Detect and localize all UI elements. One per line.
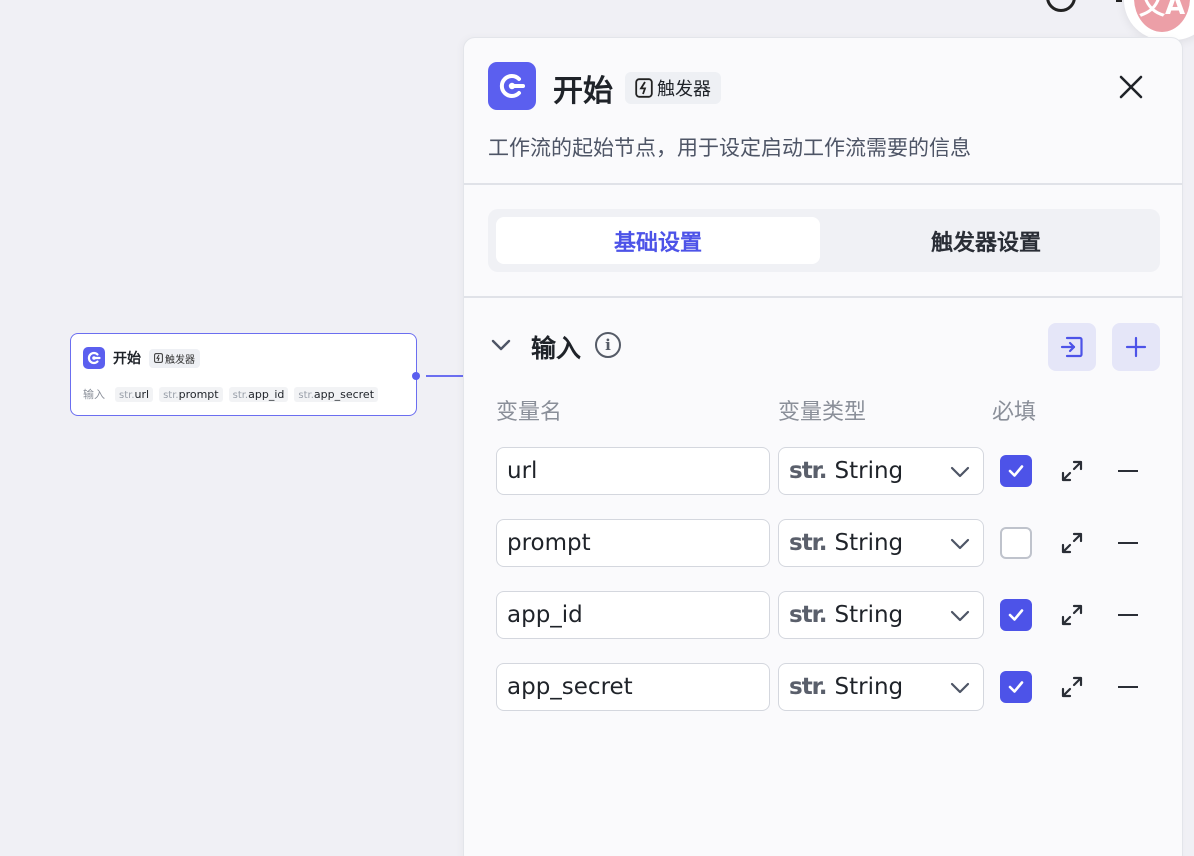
variable-type-select[interactable]: str. String <box>778 447 984 495</box>
variable-type-label: String <box>834 602 904 628</box>
node-output-port[interactable] <box>412 372 420 380</box>
trigger-badge: 触发器 <box>625 72 721 104</box>
help-icon[interactable] <box>1046 0 1076 12</box>
node-edge <box>426 375 463 377</box>
node-inputs-label: 输入 <box>83 388 105 401</box>
required-checkbox[interactable] <box>1000 671 1032 703</box>
required-checkbox[interactable] <box>1000 527 1032 559</box>
expand-icon[interactable] <box>1060 675 1084 699</box>
start-node[interactable]: 开始 触发器 输入 str.url str.prompt str.app_id … <box>70 333 417 416</box>
variable-type-select[interactable]: str. String <box>778 519 984 567</box>
toolbar-mark <box>1116 0 1122 2</box>
check-icon <box>1008 609 1024 621</box>
variable-type-label: String <box>834 458 904 484</box>
variable-type-label: String <box>834 530 904 556</box>
required-checkbox[interactable] <box>1000 599 1032 631</box>
string-type-icon: str. <box>789 530 827 556</box>
close-icon[interactable] <box>1116 72 1146 102</box>
variable-row: str. String <box>464 591 1182 639</box>
node-input-chip: str.app_secret <box>294 386 379 402</box>
expand-icon[interactable] <box>1060 531 1084 555</box>
variable-row: str. String <box>464 519 1182 567</box>
variable-row: str. String <box>464 447 1182 495</box>
add-variable-button[interactable] <box>1112 323 1160 371</box>
column-header-type: 变量类型 <box>778 400 867 425</box>
check-icon <box>1008 681 1024 693</box>
column-header-required: 必填 <box>992 400 1037 425</box>
node-settings-panel: 开始 触发器 工作流的起始节点，用于设定启动工作流需要的信息 基础设置 触发器设… <box>463 37 1183 856</box>
node-inputs: 输入 str.url str.prompt str.app_id str.app… <box>83 386 379 402</box>
required-checkbox[interactable] <box>1000 455 1032 487</box>
panel-description: 工作流的起始节点，用于设定启动工作流需要的信息 <box>488 136 971 160</box>
chevron-down-icon <box>950 466 970 478</box>
variable-name-input[interactable] <box>496 519 770 567</box>
start-logo-icon <box>488 62 536 110</box>
chevron-down-icon <box>950 682 970 694</box>
expand-icon[interactable] <box>1060 603 1084 627</box>
tab-trigger-settings[interactable]: 触发器设置 <box>824 217 1148 264</box>
settings-tabs: 基础设置 触发器设置 <box>488 209 1160 272</box>
variable-type-label: String <box>834 674 904 700</box>
expand-icon[interactable] <box>1060 459 1084 483</box>
translate-button[interactable]: 文A <box>1124 0 1194 40</box>
info-icon[interactable]: i <box>595 332 621 358</box>
variable-row: str. String <box>464 663 1182 711</box>
node-input-chip: str.url <box>115 386 154 402</box>
variable-name-input[interactable] <box>496 663 770 711</box>
divider <box>464 183 1182 185</box>
node-header: 开始 触发器 <box>83 347 200 369</box>
start-logo-icon <box>83 347 105 369</box>
remove-variable-icon[interactable] <box>1118 470 1138 472</box>
node-trigger-badge: 触发器 <box>149 348 200 368</box>
node-input-chip: str.prompt <box>159 386 223 402</box>
section-title: 输入 <box>531 334 582 363</box>
trigger-icon <box>154 353 163 363</box>
string-type-icon: str. <box>789 602 827 628</box>
remove-variable-icon[interactable] <box>1118 686 1138 688</box>
import-icon <box>1060 336 1083 358</box>
check-icon <box>1008 465 1024 477</box>
panel-title: 开始 <box>553 74 613 109</box>
variable-type-select[interactable]: str. String <box>778 663 984 711</box>
variable-name-input[interactable] <box>496 591 770 639</box>
string-type-icon: str. <box>789 458 827 484</box>
chevron-down-icon <box>950 538 970 550</box>
chevron-down-icon[interactable] <box>490 338 512 352</box>
node-input-chip: str.app_id <box>228 386 289 402</box>
translate-icon: 文A <box>1134 0 1190 32</box>
node-title: 开始 <box>113 351 141 367</box>
variable-name-input[interactable] <box>496 447 770 495</box>
trigger-icon <box>635 78 653 98</box>
string-type-icon: str. <box>789 674 827 700</box>
import-button[interactable] <box>1048 323 1096 371</box>
plus-icon <box>1125 336 1147 358</box>
chevron-down-icon <box>950 610 970 622</box>
remove-variable-icon[interactable] <box>1118 542 1138 544</box>
tab-basic-settings[interactable]: 基础设置 <box>496 217 820 264</box>
remove-variable-icon[interactable] <box>1118 614 1138 616</box>
variable-type-select[interactable]: str. String <box>778 591 984 639</box>
divider <box>464 296 1182 298</box>
column-header-name: 变量名 <box>496 400 563 425</box>
